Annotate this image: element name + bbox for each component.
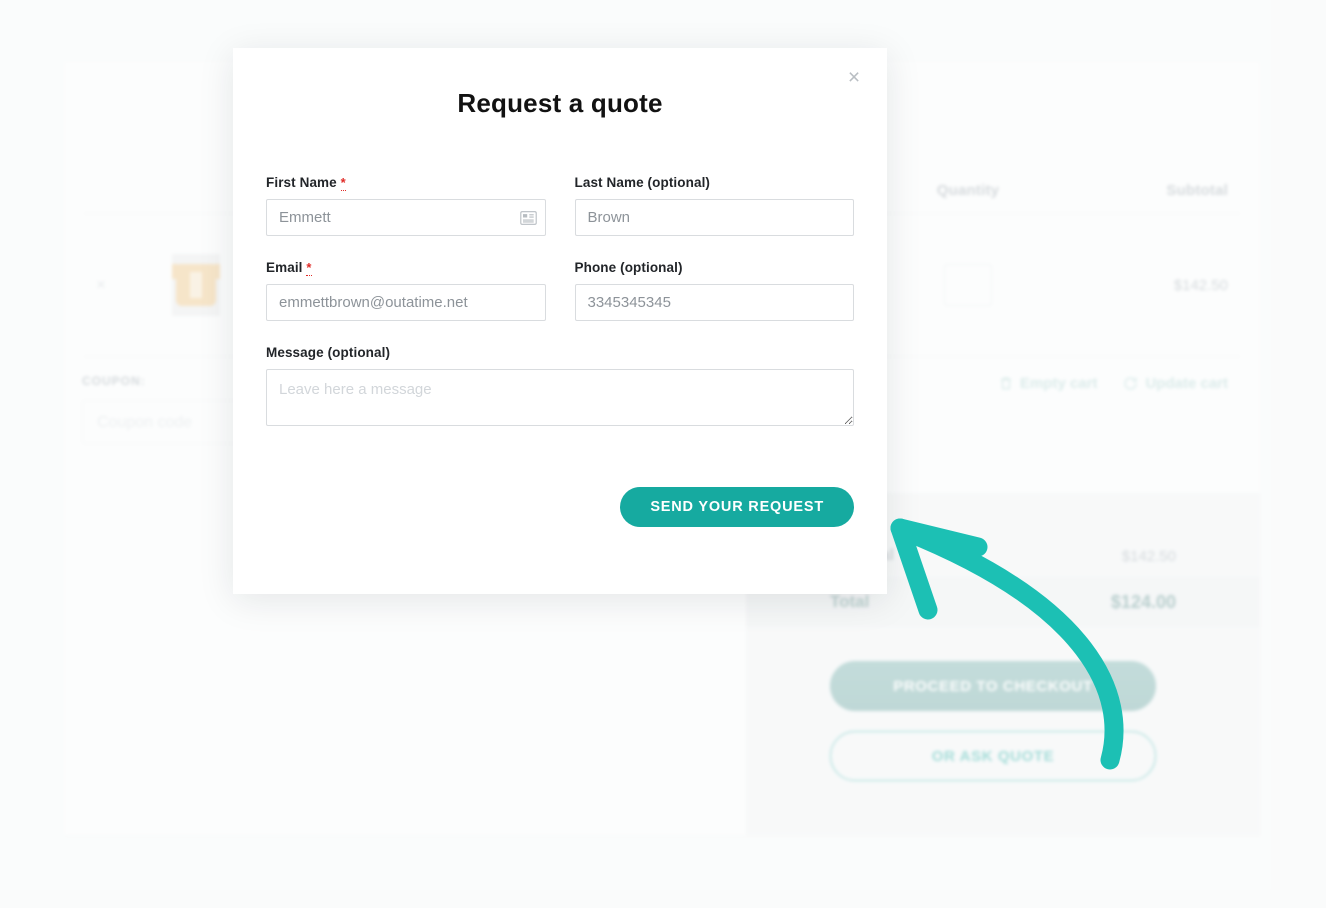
empty-cart-label: Empty cart: [1019, 375, 1098, 392]
product-subtotal: $142.50: [1173, 276, 1228, 294]
last-name-label: Last Name (optional): [574, 175, 711, 190]
close-icon[interactable]: ×: [833, 56, 875, 98]
form-group-first-name: First Name *: [266, 175, 546, 236]
form-group-email: Email *: [266, 260, 546, 321]
trash-icon: [999, 376, 1013, 391]
column-header-subtotal: Subtotal: [1166, 182, 1228, 199]
message-field[interactable]: [266, 369, 854, 426]
first-name-label: First Name *: [266, 175, 546, 191]
email-field[interactable]: [266, 284, 546, 321]
remove-item-button[interactable]: ×: [96, 275, 136, 295]
email-label: Email *: [266, 260, 546, 276]
product-thumbnail[interactable]: [136, 254, 236, 316]
totals-total-value: $124.00: [1110, 591, 1176, 612]
form-footer: SEND YOUR REQUEST: [266, 487, 854, 527]
phone-field[interactable]: [574, 284, 854, 321]
page-title: Request a quote: [457, 88, 663, 118]
phone-label: Phone (optional): [574, 260, 683, 275]
last-name-field[interactable]: [574, 199, 854, 236]
proceed-to-checkout-button[interactable]: PROCEED TO CHECKOUT: [830, 661, 1156, 711]
update-cart-button[interactable]: Update cart: [1123, 375, 1228, 392]
form-group-message: Message (optional): [266, 345, 854, 431]
form-group-last-name: Last Name (optional): [574, 175, 854, 236]
required-marker-icon: *: [340, 175, 346, 191]
first-name-label-text: First Name: [266, 175, 337, 190]
message-label: Message (optional): [266, 345, 391, 360]
totals-subtotal-value: $142.50: [1121, 547, 1176, 565]
column-header-quantity: Quantity: [936, 182, 1000, 199]
required-marker-icon: *: [306, 260, 312, 276]
form-group-phone: Phone (optional): [574, 260, 854, 321]
form-row-message: Message (optional): [266, 345, 854, 455]
first-name-field[interactable]: [266, 199, 546, 236]
email-label-text: Email: [266, 260, 303, 275]
empty-cart-button[interactable]: Empty cart: [999, 375, 1098, 392]
request-quote-modal: × Request a quote First Name * Emmett La…: [233, 48, 887, 594]
totals-total-label: Total: [830, 592, 870, 611]
form-row-contact: Email * Phone (optional): [266, 260, 854, 345]
quantity-stepper[interactable]: [878, 264, 1058, 306]
refresh-icon: [1123, 376, 1138, 391]
form-row-names: First Name * Last Name (optional): [266, 175, 854, 260]
update-cart-label: Update cart: [1145, 375, 1228, 392]
send-request-button[interactable]: SEND YOUR REQUEST: [620, 487, 854, 527]
or-ask-quote-button[interactable]: OR ASK QUOTE: [830, 731, 1156, 781]
tshirt-image: [176, 264, 216, 306]
request-quote-form: First Name * Last Name (optional): [233, 175, 887, 527]
